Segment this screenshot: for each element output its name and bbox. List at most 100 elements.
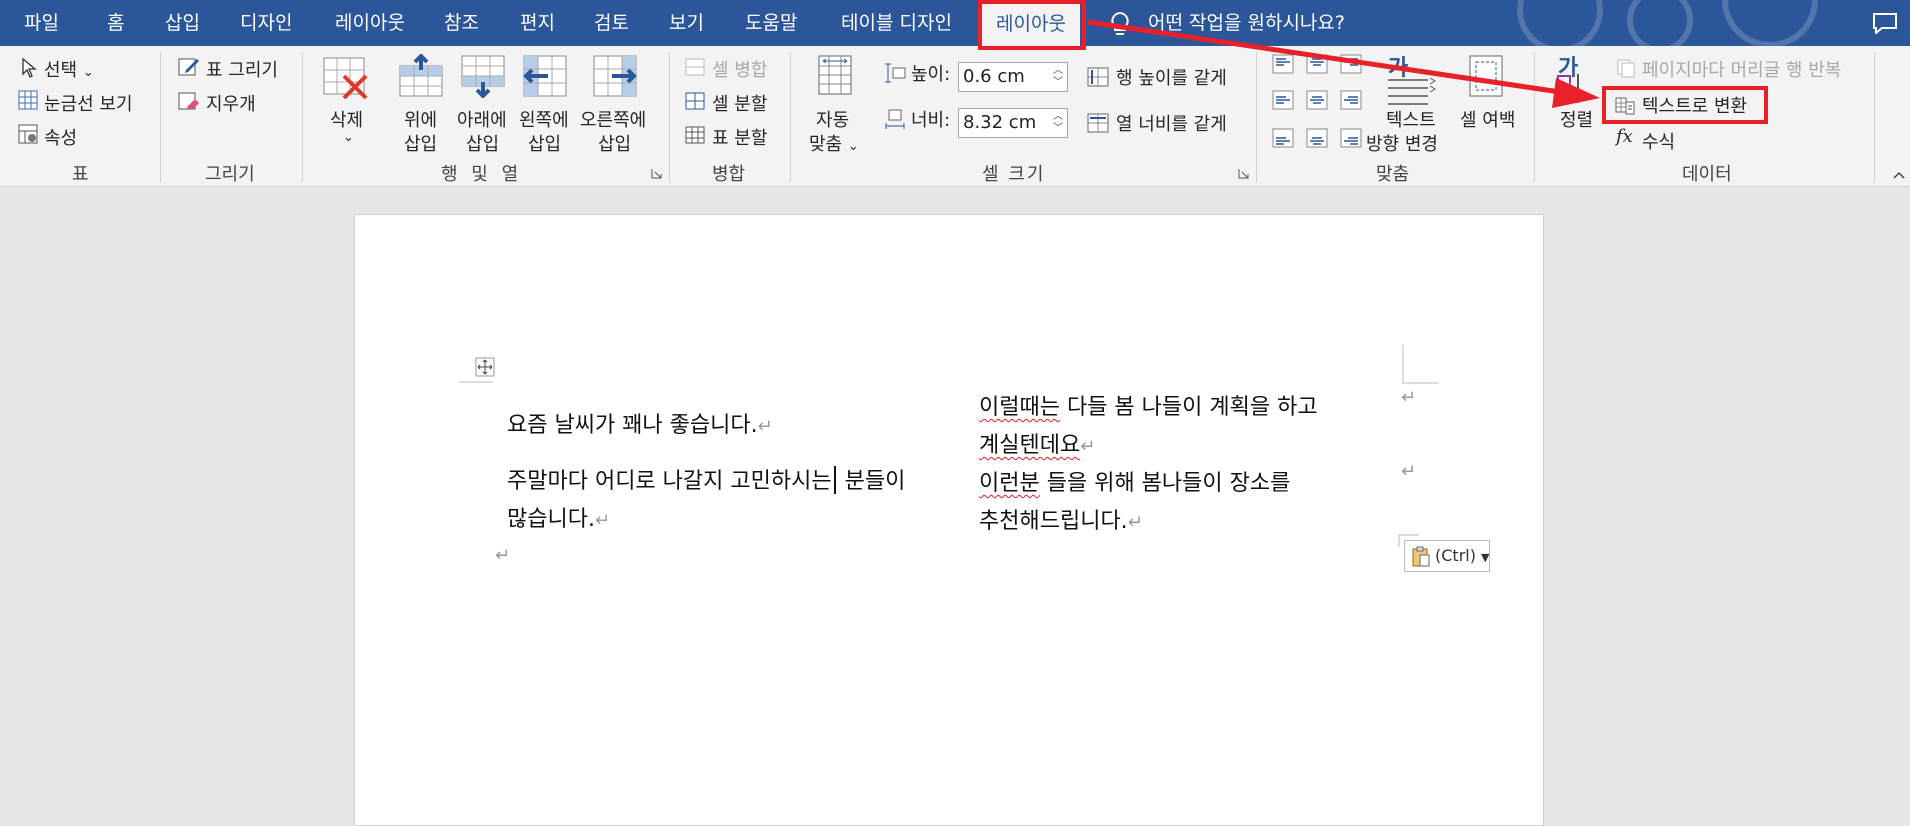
- sort-icon: [1557, 74, 1585, 104]
- highlight-box-layout-tab: [978, 0, 1086, 50]
- comment-icon[interactable]: [1872, 12, 1898, 34]
- insert-above-label-2[interactable]: 삽입: [404, 130, 437, 156]
- cell2-paragraph-1[interactable]: 이럴때는 다들 봄 나들이 계획을 하고: [979, 389, 1318, 421]
- distribute-columns-button[interactable]: 열 너비를 같게: [1116, 110, 1227, 136]
- tab-mailings[interactable]: 편지: [520, 0, 555, 46]
- align-middle-center-icon[interactable]: [1306, 90, 1328, 110]
- dialog-launcher-icon[interactable]: [651, 168, 662, 179]
- properties-button[interactable]: 속성: [44, 124, 77, 150]
- insert-below-label-1[interactable]: 아래에: [457, 106, 507, 132]
- insert-left-label-1[interactable]: 왼쪽에: [519, 106, 569, 132]
- cell-margins-button[interactable]: 셀 여백: [1460, 106, 1515, 132]
- insert-below-label-2[interactable]: 삽입: [466, 130, 499, 156]
- align-top-right-icon[interactable]: [1340, 54, 1362, 74]
- text-direction-label-2[interactable]: 방향 변경: [1366, 130, 1438, 156]
- align-middle-left-icon[interactable]: [1272, 90, 1294, 110]
- align-bottom-left-icon[interactable]: [1272, 128, 1294, 148]
- spinner-arrows-icon[interactable]: ︿ ﹀: [1053, 111, 1063, 135]
- text-direction-icon: [1388, 77, 1436, 105]
- dropdown-arrow-icon: ▼: [1481, 551, 1490, 564]
- repeat-header-icon: [1617, 59, 1635, 78]
- formula-button[interactable]: 수식: [1642, 128, 1675, 154]
- delete-table-icon: [323, 57, 368, 100]
- cell1-text-2c: 많습니다.: [507, 507, 595, 532]
- insert-left-label-2[interactable]: 삽입: [528, 130, 561, 156]
- align-bottom-center-icon[interactable]: [1306, 128, 1328, 148]
- column-width-input[interactable]: 8.32 cm ︿ ﹀: [958, 108, 1068, 138]
- distribute-rows-button[interactable]: 행 높이를 같게: [1116, 64, 1227, 90]
- tab-layout[interactable]: 레이아웃: [335, 0, 405, 46]
- autofit-label-1[interactable]: 자동: [816, 106, 849, 132]
- group-label-rows-columns: 행 및 열: [441, 164, 523, 185]
- empty-paragraph-mark: ↵: [495, 545, 511, 566]
- spelling-error-word[interactable]: 이럴때는: [979, 395, 1060, 420]
- align-top-left-icon[interactable]: [1272, 54, 1294, 74]
- column-width-value: 8.32 cm: [963, 112, 1037, 133]
- insert-above-label-1[interactable]: 위에: [404, 106, 437, 132]
- spinner-arrows-icon[interactable]: ︿ ﹀: [1053, 65, 1063, 89]
- view-gridlines-button[interactable]: 눈금선 보기: [44, 90, 133, 116]
- group-label-alignment: 맞춤: [1376, 164, 1410, 185]
- align-middle-right-icon[interactable]: [1340, 90, 1362, 110]
- insert-right-label-1[interactable]: 오른쪽에: [580, 106, 646, 132]
- spelling-error-word[interactable]: 계실텐데요: [979, 433, 1080, 458]
- cell2-text-1a: 다들 봄 나들이 계획을 하고: [1059, 395, 1318, 420]
- end-of-row-mark: ↵: [1401, 461, 1417, 482]
- delete-button[interactable]: 삭제: [330, 106, 363, 132]
- align-bottom-right-icon[interactable]: [1340, 128, 1362, 148]
- select-label: 선택: [44, 60, 78, 81]
- sort-button[interactable]: 정렬: [1560, 106, 1593, 132]
- align-top-center-icon[interactable]: [1306, 54, 1328, 74]
- group-label-cell-size: 셀 크기: [982, 164, 1046, 185]
- tab-design[interactable]: 디자인: [240, 0, 292, 46]
- paste-options-tab-icon: [1398, 534, 1419, 547]
- draw-table-button[interactable]: 표 그리기: [206, 56, 278, 82]
- insert-right-label-2[interactable]: 삽입: [598, 130, 631, 156]
- cell1-paragraph-1[interactable]: 요즘 날씨가 꽤나 좋습니다.↵: [507, 407, 773, 439]
- text-direction-label-1[interactable]: 텍스트: [1386, 106, 1436, 132]
- tab-file[interactable]: 파일: [24, 0, 59, 46]
- margin-corner-mark: [459, 381, 493, 383]
- eraser-button[interactable]: 지우개: [206, 90, 256, 116]
- cell1-text-2a: 주말마다 어디로 나갈지 고민하시는: [507, 469, 832, 494]
- collapse-ribbon-icon[interactable]: [1893, 170, 1905, 180]
- group-label-data: 데이터: [1682, 164, 1732, 185]
- document-page[interactable]: 요즘 날씨가 꽤나 좋습니다.↵ 주말마다 어디로 나갈지 고민하시는 분들이 …: [354, 214, 1544, 826]
- table-move-handle-icon[interactable]: [475, 357, 495, 377]
- cell2-text-2a: 들을 위해 봄나들이 장소를: [1039, 471, 1291, 496]
- dialog-launcher-icon[interactable]: [1238, 168, 1249, 179]
- tab-help[interactable]: 도움말: [745, 0, 797, 46]
- tab-home[interactable]: 홈: [107, 0, 124, 46]
- tab-insert[interactable]: 삽입: [165, 0, 200, 46]
- tab-view[interactable]: 보기: [669, 0, 704, 46]
- spelling-error-word[interactable]: 이런분: [979, 471, 1040, 496]
- tell-me-search[interactable]: 어떤 작업을 원하시나요?: [1148, 0, 1345, 46]
- width-label: 너비:: [911, 110, 951, 131]
- merge-cells-button[interactable]: 셀 병합: [712, 56, 767, 82]
- split-cells-button[interactable]: 셀 분할: [712, 90, 767, 116]
- insert-left-icon: [523, 55, 567, 97]
- split-table-button[interactable]: 표 분할: [712, 124, 767, 150]
- cell2-text-2b: 추천해드립니다.: [979, 509, 1128, 534]
- cell2-paragraph-1-cont[interactable]: 계실텐데요↵: [979, 427, 1095, 459]
- ribbon-tab-bar: 파일 홈 삽입 디자인 레이아웃 참조 편지 검토 보기 도움말 테이블 디자인…: [0, 0, 1910, 46]
- autofit-label-2: 맞춤: [809, 134, 843, 155]
- autofit-icon: [818, 55, 852, 95]
- cell1-paragraph-2-cont[interactable]: 많습니다.↵: [507, 501, 610, 533]
- properties-icon: [18, 124, 38, 144]
- tab-references[interactable]: 참조: [444, 0, 479, 46]
- tab-review[interactable]: 검토: [594, 0, 629, 46]
- cell1-paragraph-2[interactable]: 주말마다 어디로 나갈지 고민하시는 분들이: [507, 463, 905, 495]
- tab-table-design[interactable]: 테이블 디자인: [841, 0, 952, 46]
- select-button[interactable]: 선택 ⌄: [44, 56, 94, 82]
- lightbulb-icon[interactable]: [1107, 10, 1133, 38]
- cell2-paragraph-2[interactable]: 이런분 들을 위해 봄나들이 장소를: [979, 465, 1290, 497]
- autofit-button[interactable]: 맞춤 ⌄: [809, 130, 859, 156]
- split-table-icon: [685, 126, 705, 144]
- row-height-input[interactable]: 0.6 cm ︿ ﹀: [958, 62, 1068, 92]
- repeat-header-rows-button[interactable]: 페이지마다 머리글 행 반복: [1642, 56, 1841, 82]
- paragraph-mark-icon: ↵: [757, 416, 773, 437]
- convert-to-text-button[interactable]: 텍스트로 변환: [1642, 92, 1747, 118]
- cell2-paragraph-2-cont[interactable]: 추천해드립니다.↵: [979, 503, 1143, 535]
- clipboard-icon: [1412, 546, 1430, 567]
